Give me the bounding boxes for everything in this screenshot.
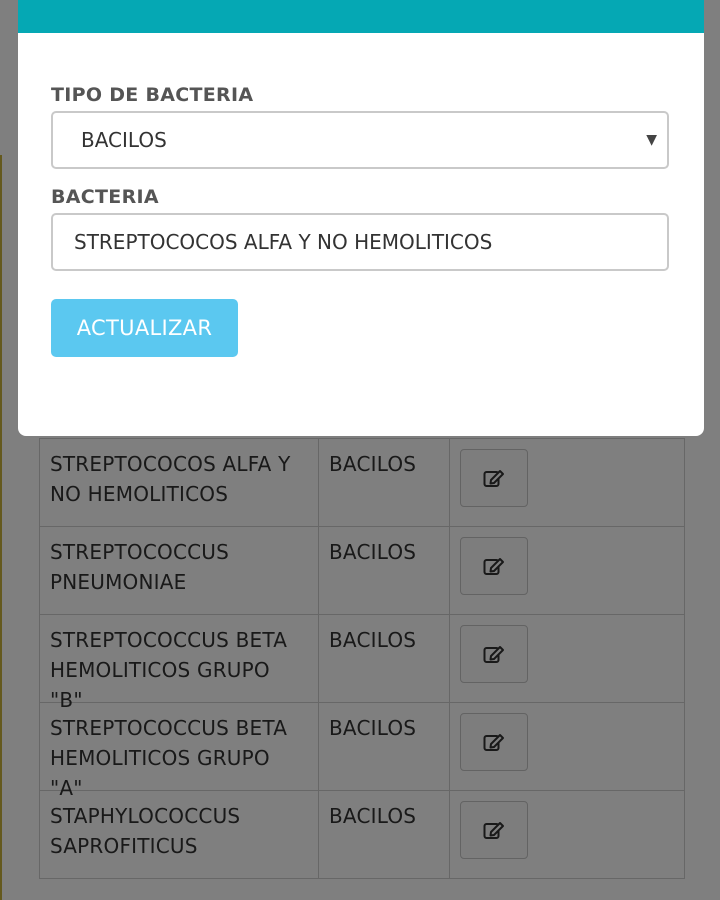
bacteria-type-selected-value: BACILOS [81,128,167,152]
bacteria-type-select[interactable]: BACILOS ▼ [51,111,669,169]
bacteria-type-label: TIPO DE BACTERIA [51,84,254,106]
modal-header-bar [18,0,704,33]
bacteria-label: BACTERIA [51,186,159,208]
edit-bacteria-modal: TIPO DE BACTERIA BACILOS ▼ BACTERIA STRE… [18,0,704,436]
bacteria-name-input-value: STREPTOCOCOS ALFA Y NO HEMOLITICOS [74,230,493,254]
caret-down-icon: ▼ [646,132,657,148]
bacteria-name-input[interactable]: STREPTOCOCOS ALFA Y NO HEMOLITICOS [51,213,669,271]
update-button[interactable]: ACTUALIZAR [51,299,238,357]
